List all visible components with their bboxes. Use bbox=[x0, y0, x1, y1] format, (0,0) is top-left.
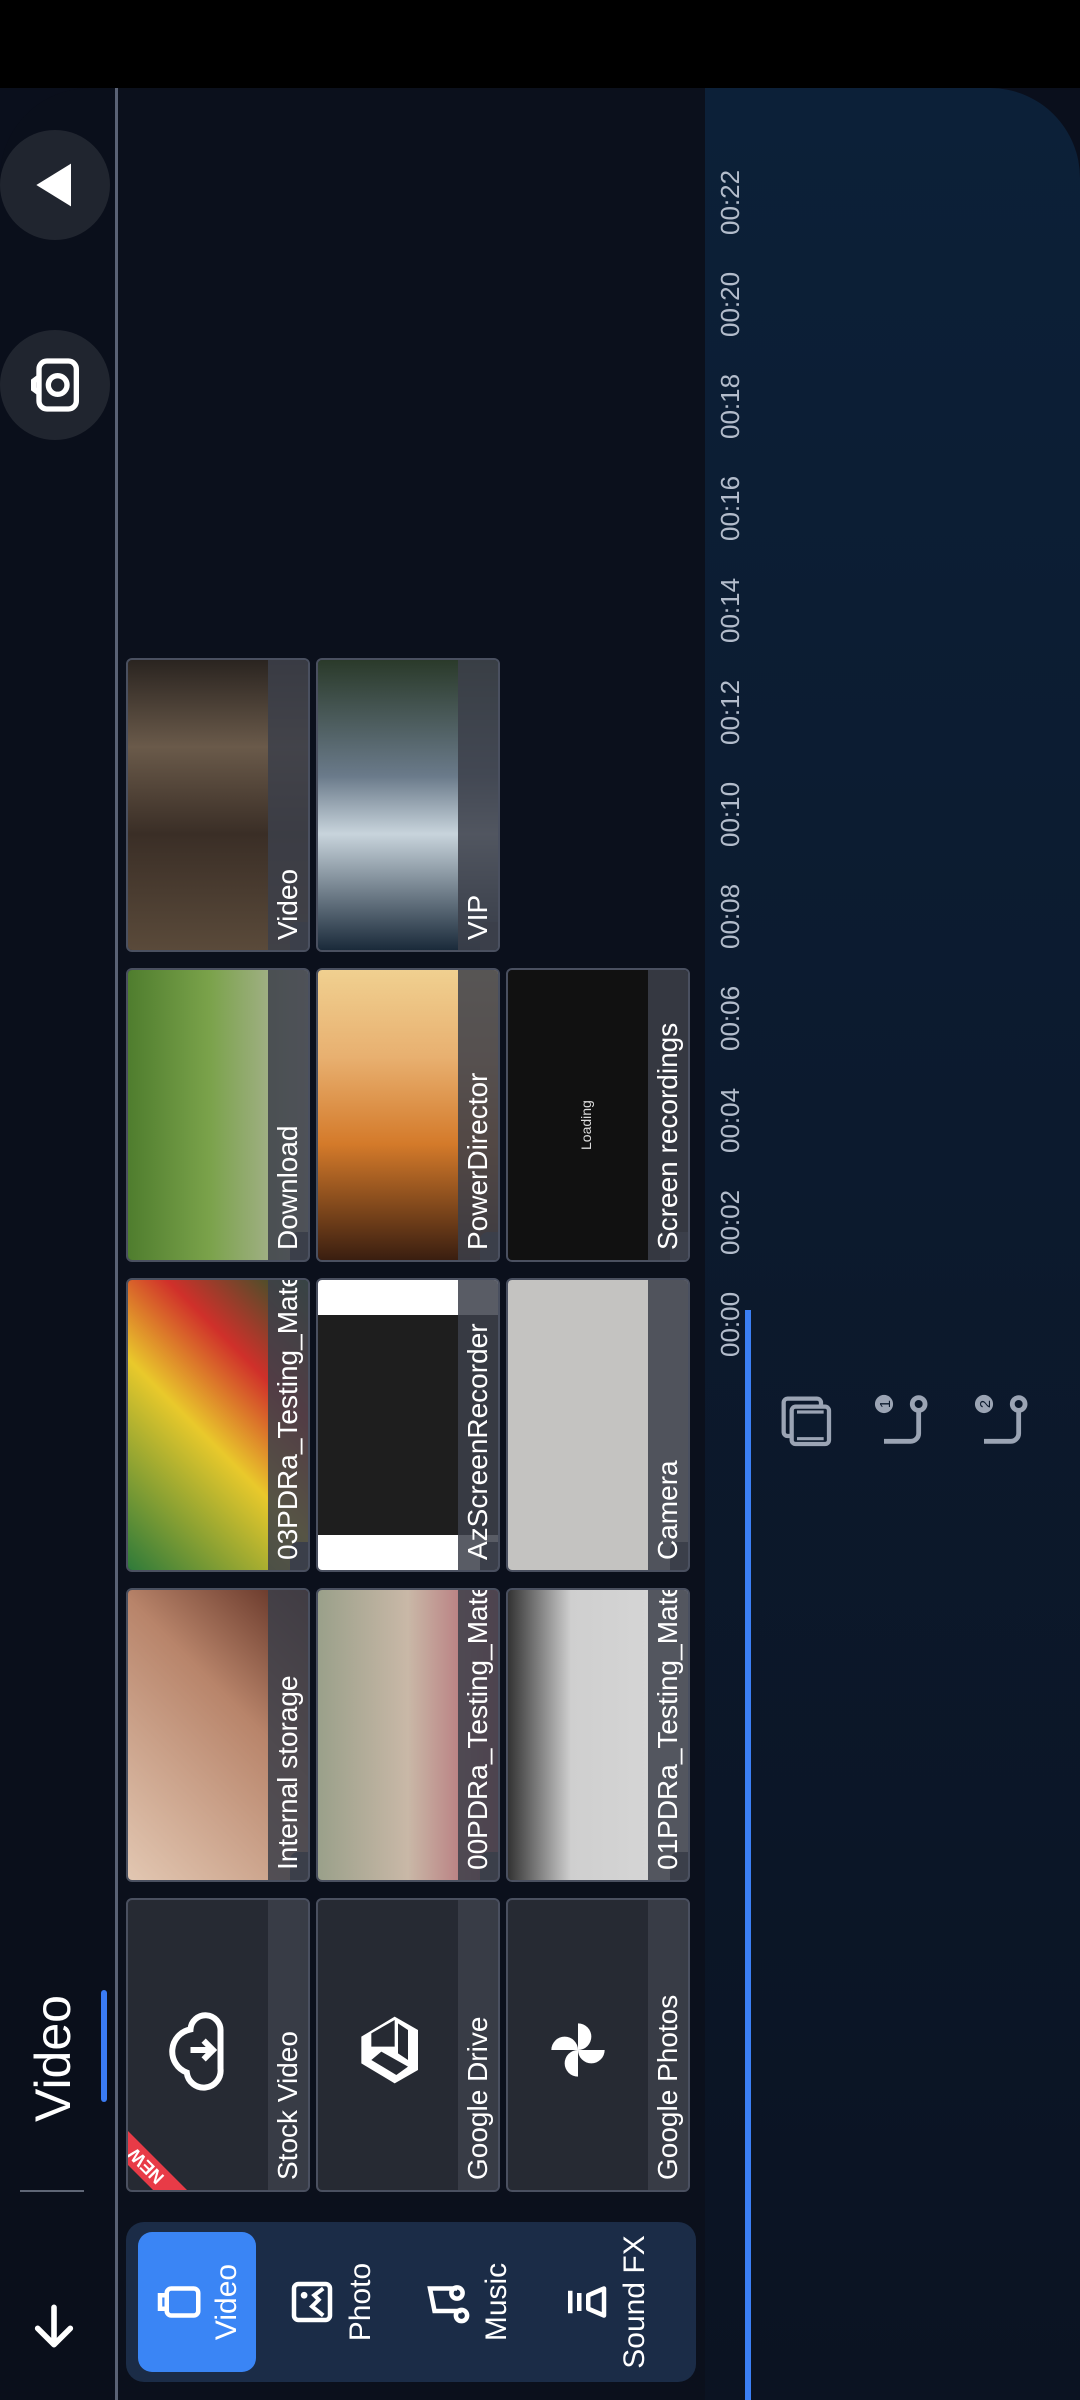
tick-label: 00:22 bbox=[715, 169, 745, 235]
google-photos-card[interactable]: Google Photos bbox=[506, 1898, 690, 2192]
page-title: Video bbox=[25, 1995, 81, 2122]
tick-label: 00:04 bbox=[715, 1087, 745, 1153]
tick-label: 00:00 bbox=[715, 1291, 745, 1357]
folder-card[interactable]: VIP bbox=[316, 658, 500, 952]
tab-sound-fx[interactable]: Sound FX bbox=[546, 2232, 664, 2372]
folder-label: Screen recordings bbox=[648, 970, 688, 1260]
camera-rotate-icon bbox=[31, 358, 79, 412]
app-landscape: Video Video Photo Music Sound FX NEW Sto… bbox=[0, 88, 1080, 2400]
svg-text:1: 1 bbox=[878, 1400, 894, 1408]
folder-label: 01PDRa_Testing_Mate bbox=[648, 1590, 688, 1880]
folder-label: Camera bbox=[648, 1280, 688, 1570]
folder-card[interactable]: Camera bbox=[506, 1278, 690, 1572]
stock-video-label: Stock Video bbox=[268, 1900, 308, 2190]
folder-card[interactable]: AzScreenRecorder bbox=[316, 1278, 500, 1572]
tick-label: 00:08 bbox=[715, 883, 745, 949]
tab-photo-label: Photo bbox=[344, 2262, 377, 2342]
folder-label: 00PDRa_Testing_Mate bbox=[458, 1590, 498, 1880]
folder-label: PowerDirector bbox=[458, 970, 498, 1260]
collapse-button[interactable] bbox=[0, 130, 110, 240]
folder-label: 03PDRa_Testing_Mate bbox=[268, 1280, 308, 1570]
media-type-tabs: Video Photo Music Sound FX bbox=[126, 2222, 696, 2382]
time-ruler[interactable]: 00:00 00:02 00:04 00:06 00:08 00:10 00:1… bbox=[715, 88, 775, 1357]
stock-video-card[interactable]: NEW Stock Video bbox=[126, 1898, 310, 2192]
tick-label: 00:14 bbox=[715, 577, 745, 643]
google-photos-icon bbox=[528, 1980, 628, 2120]
tab-photo[interactable]: Photo bbox=[272, 2232, 390, 2372]
header-divider bbox=[20, 2190, 84, 2192]
tab-video[interactable]: Video bbox=[138, 2232, 256, 2372]
top-bar-divider bbox=[115, 88, 118, 2400]
track-1-icon: 1 bbox=[874, 1394, 928, 1444]
music-icon bbox=[427, 2285, 470, 2324]
track-2-icon: 2 bbox=[974, 1394, 1028, 1444]
tick-label: 00:18 bbox=[715, 373, 745, 439]
cloud-download-icon bbox=[148, 1980, 248, 2120]
tick-label: 00:16 bbox=[715, 475, 745, 541]
triangle-up-icon bbox=[36, 163, 71, 207]
folder-label: Download bbox=[268, 970, 308, 1260]
overlay-track-2-button[interactable]: 2 bbox=[960, 1380, 1040, 1460]
timeline-playhead-bar bbox=[745, 1310, 751, 2400]
folder-card[interactable]: Download bbox=[126, 968, 310, 1262]
title-underline bbox=[101, 1990, 107, 2102]
video-icon bbox=[157, 2286, 201, 2318]
folder-card[interactable]: Video bbox=[126, 658, 310, 952]
folder-card[interactable]: PowerDirector bbox=[316, 968, 500, 1262]
tick-label: 00:12 bbox=[715, 679, 745, 745]
tab-video-label: Video bbox=[210, 2263, 243, 2341]
new-badge: NEW bbox=[126, 2122, 190, 2192]
folder-label: AzScreenRecorder bbox=[458, 1280, 498, 1570]
tab-sound-fx-label: Sound FX bbox=[618, 2235, 651, 2369]
overlay-track-1-button[interactable]: 1 bbox=[860, 1380, 940, 1460]
back-button[interactable] bbox=[18, 2290, 90, 2362]
tab-music-label: Music bbox=[480, 2262, 513, 2342]
google-drive-icon bbox=[338, 1980, 438, 2120]
folder-card[interactable]: 01PDRa_Testing_Mate bbox=[506, 1588, 690, 1882]
film-strip-icon bbox=[781, 1396, 832, 1447]
tick-label: 00:20 bbox=[715, 271, 745, 337]
camera-button[interactable] bbox=[0, 330, 110, 440]
folder-label: Video bbox=[268, 660, 308, 950]
folder-card[interactable]: 00PDRa_Testing_Mate bbox=[316, 1588, 500, 1882]
tab-music[interactable]: Music bbox=[408, 2232, 526, 2372]
folder-card[interactable]: 03PDRa_Testing_Mate bbox=[126, 1278, 310, 1572]
arrow-left-icon bbox=[34, 2304, 74, 2348]
svg-text:2: 2 bbox=[978, 1400, 994, 1408]
screen: Video Video Photo Music Sound FX NEW Sto… bbox=[0, 0, 1080, 2400]
media-track-button[interactable] bbox=[765, 1380, 845, 1460]
app-surface: Video Video Photo Music Sound FX NEW Sto… bbox=[0, 88, 1080, 2400]
photo-icon bbox=[291, 2281, 333, 2323]
tick-label: 00:06 bbox=[715, 985, 745, 1051]
google-drive-label: Google Drive bbox=[458, 1900, 498, 2190]
google-drive-card[interactable]: Google Drive bbox=[316, 1898, 500, 2192]
folder-card[interactable]: Internal storage bbox=[126, 1588, 310, 1882]
tick-label: 00:02 bbox=[715, 1189, 745, 1255]
folder-label: VIP bbox=[458, 660, 498, 950]
sound-fx-icon bbox=[568, 2286, 607, 2318]
loading-text: Loading bbox=[578, 1100, 594, 1150]
tick-label: 00:10 bbox=[715, 781, 745, 847]
google-photos-label: Google Photos bbox=[648, 1900, 688, 2190]
folder-card[interactable]: Loading Screen recordings bbox=[506, 968, 690, 1262]
folder-label: Internal storage bbox=[268, 1590, 308, 1880]
